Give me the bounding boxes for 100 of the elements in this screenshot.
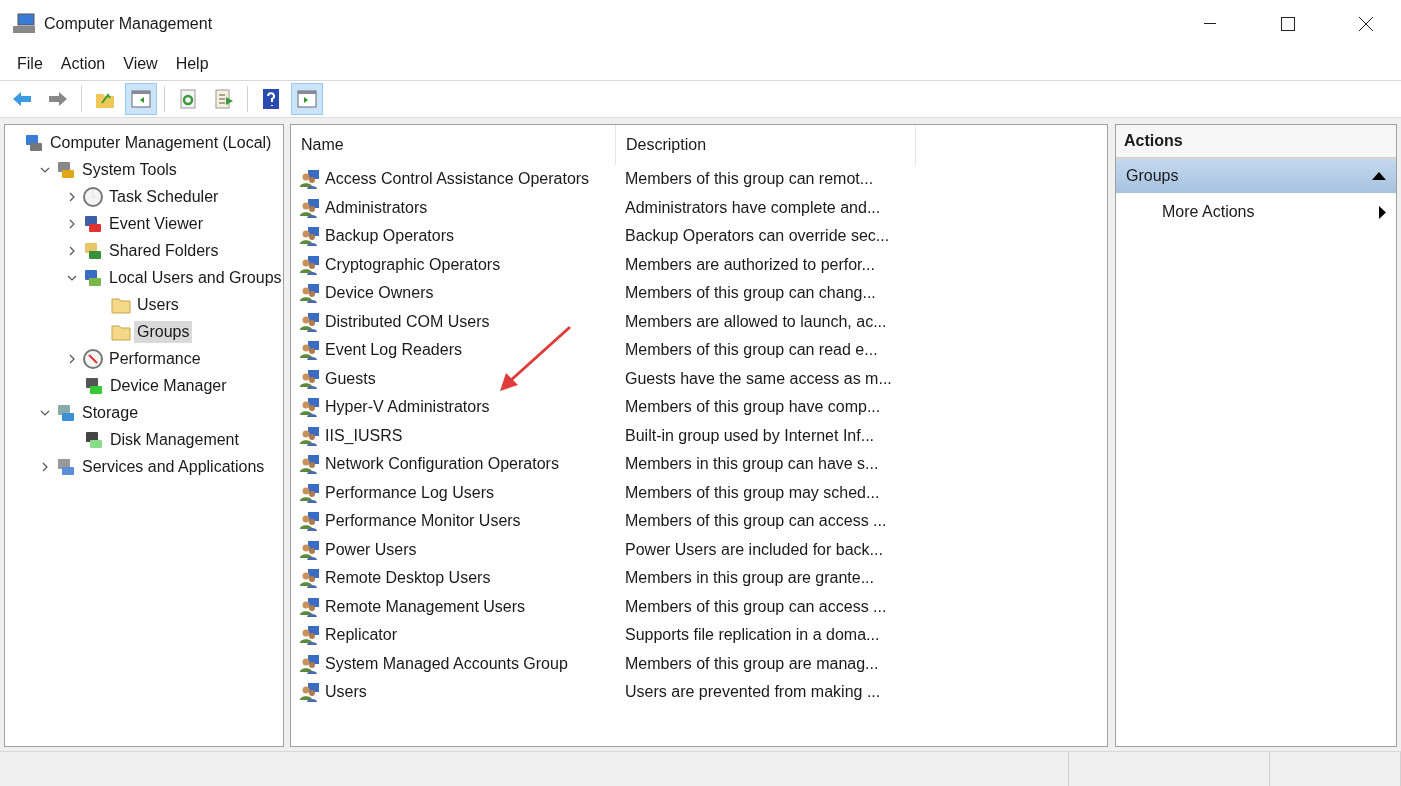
tree-item[interactable]: Storage — [79, 401, 142, 424]
help-icon — [260, 88, 282, 110]
description-cell-text: Members of this group can remot... — [624, 170, 874, 189]
group-icon — [299, 310, 321, 333]
group-name-cell[interactable]: Cryptographic Operators — [291, 253, 616, 276]
export-list-icon — [213, 88, 235, 110]
description-cell-text: Members of this group can access ... — [624, 512, 887, 531]
action-item[interactable]: More Actions — [1116, 193, 1396, 231]
group-name-cell[interactable]: Users — [291, 681, 616, 704]
toolbar-button[interactable] — [125, 83, 157, 115]
description-cell-text: Supports file replication in a doma... — [624, 626, 880, 645]
description-cell-text: Members of this group can access ... — [624, 597, 887, 616]
tree-item[interactable]: Task Scheduler — [106, 185, 222, 208]
group-name-cell[interactable]: Replicator — [291, 624, 616, 647]
expand-chevron-icon[interactable] — [40, 461, 50, 472]
action-label: More Actions — [1162, 203, 1255, 221]
tree-item[interactable]: Users — [134, 293, 182, 316]
group-icon — [299, 196, 321, 219]
description-cell-text: Members are allowed to launch, ac... — [624, 312, 887, 331]
tree-item[interactable]: Local Users and Groups — [106, 266, 283, 289]
gauge-icon — [82, 347, 104, 370]
group-icon — [299, 282, 321, 305]
group-icon — [299, 481, 321, 504]
group-name-cell[interactable]: Power Users — [291, 538, 616, 561]
group-name-cell[interactable]: Distributed COM Users — [291, 310, 616, 333]
tree-item[interactable]: Event Viewer — [106, 212, 206, 235]
group-name-cell[interactable]: System Managed Accounts Group — [291, 652, 616, 675]
group-icon — [299, 396, 321, 419]
group-name-cell[interactable]: Remote Management Users — [291, 595, 616, 618]
menu-item[interactable]: File — [8, 55, 52, 73]
actions-section[interactable]: Groups — [1116, 159, 1396, 193]
group-name-cell[interactable]: Event Log Readers — [291, 339, 616, 362]
description-cell-text: Members in this group are grante... — [624, 569, 874, 588]
group-name-cell[interactable]: Access Control Assistance Operators — [291, 168, 616, 191]
close-icon — [1359, 17, 1373, 31]
description-cell-text: Built-in group used by Internet Inf... — [624, 426, 875, 445]
group-name-cell[interactable]: Network Configuration Operators — [291, 453, 616, 476]
expand-chevron-icon[interactable] — [67, 353, 77, 364]
toolbar-button[interactable] — [291, 83, 323, 115]
tree-item[interactable]: Computer Management (Local) — [47, 131, 275, 154]
group-icon — [299, 253, 321, 276]
description-cell-text: Guests have the same access as m... — [624, 369, 892, 388]
description-cell-text: Members of this group may sched... — [624, 483, 880, 502]
tree-item[interactable]: Device Manager — [107, 374, 230, 397]
group-icon — [299, 339, 321, 362]
tree-item[interactable]: Services and Applications — [79, 455, 268, 478]
description-cell-text: Backup Operators can override sec... — [624, 227, 890, 246]
group-icon — [299, 225, 321, 248]
tree-item[interactable]: System Tools — [79, 158, 180, 181]
description-cell-text: Members of this group have comp... — [624, 398, 881, 417]
tree-item[interactable]: Disk Management — [107, 428, 242, 451]
expand-chevron-icon[interactable] — [67, 191, 77, 202]
actions-header: Actions — [1116, 125, 1396, 159]
group-name-cell[interactable]: Guests — [291, 367, 616, 390]
refresh-icon — [177, 88, 199, 110]
tree-item[interactable]: Groups — [134, 320, 193, 343]
description-cell-text: Members of this group are manag... — [624, 654, 879, 673]
group-name-cell[interactable]: Administrators — [291, 196, 616, 219]
tree-item[interactable]: Performance — [106, 347, 204, 370]
maximize-icon — [1281, 17, 1295, 31]
menu-item[interactable]: View — [114, 55, 167, 73]
description-cell-text: Members of this group can read e... — [624, 341, 878, 360]
group-icon — [299, 567, 321, 590]
group-icon — [299, 367, 321, 390]
group-name-cell[interactable]: Hyper-V Administrators — [291, 396, 616, 419]
group-icon — [299, 168, 321, 191]
description-cell-text: Members are authorized to perfor... — [624, 255, 875, 274]
group-name-cell[interactable]: Device Owners — [291, 282, 616, 305]
section-label: Groups — [1126, 167, 1179, 185]
group-icon — [299, 652, 321, 675]
group-icon — [299, 624, 321, 647]
menu-item[interactable]: Action — [51, 55, 115, 73]
group-icon — [299, 595, 321, 618]
tree-item[interactable]: Shared Folders — [106, 239, 222, 262]
show-tree-icon — [130, 88, 152, 110]
submenu-caret-icon — [1379, 205, 1386, 219]
group-icon — [299, 681, 321, 704]
description-cell-text: Administrators have complete and... — [624, 198, 881, 217]
column-header[interactable]: Description — [616, 125, 916, 165]
column-header[interactable]: Name — [291, 125, 616, 165]
description-cell-text: Users are prevented from making ... — [624, 683, 881, 702]
expand-chevron-icon[interactable] — [67, 218, 77, 229]
group-name-cell[interactable]: IIS_IUSRS — [291, 424, 616, 447]
description-cell-text: Power Users are included for back... — [624, 540, 883, 559]
group-name-cell[interactable]: Performance Log Users — [291, 481, 616, 504]
description-cell-text: Members in this group can have s... — [624, 455, 879, 474]
minimize-icon — [1204, 23, 1216, 25]
group-name-cell[interactable]: Performance Monitor Users — [291, 510, 616, 533]
group-icon — [299, 538, 321, 561]
computer-management-icon — [12, 13, 36, 35]
group-icon — [299, 424, 321, 447]
clock-icon — [82, 185, 104, 208]
expand-chevron-icon[interactable] — [67, 245, 77, 256]
description-cell-text: Members of this group can chang... — [624, 284, 876, 303]
group-name-cell[interactable]: Remote Desktop Users — [291, 567, 616, 590]
menu-item[interactable]: Help — [166, 55, 218, 73]
group-icon — [299, 453, 321, 476]
window-title: Computer Management — [44, 15, 214, 33]
group-name-cell[interactable]: Backup Operators — [291, 225, 616, 248]
show-pane-icon — [296, 88, 318, 110]
